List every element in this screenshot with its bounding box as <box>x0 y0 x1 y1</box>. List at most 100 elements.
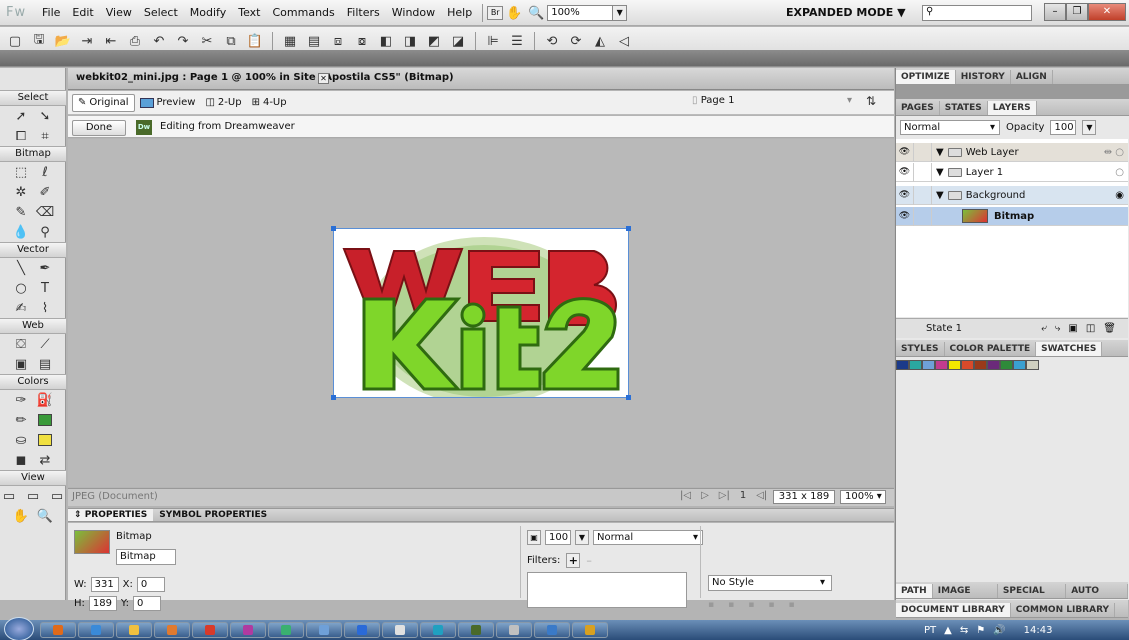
layer-row-layer-1[interactable]: 👁 ▼ Layer 1 ○ <box>896 162 1128 182</box>
chevron-down-icon[interactable]: ▼ <box>1082 119 1097 135</box>
eyedropper-icon[interactable]: ✑ <box>12 391 30 409</box>
subselect-icon[interactable]: ➘ <box>36 107 54 125</box>
opacity-input[interactable]: 100 <box>545 530 571 545</box>
taskbar-app-button[interactable] <box>496 622 532 638</box>
layer-row-web-layer[interactable]: 👁 ▼ Web Layer ⇹ ○ <box>896 142 1128 162</box>
view-4up-button[interactable]: ⊞ 4-Up <box>247 94 292 112</box>
taskbar-app-button[interactable] <box>458 622 494 638</box>
marquee-icon[interactable]: ⬚ <box>12 163 30 181</box>
menu-help[interactable]: Help <box>441 0 478 26</box>
expand-arrow-icon[interactable]: ▼ <box>936 167 944 178</box>
paint-bucket-icon[interactable]: ⛽ <box>36 391 54 409</box>
color-swatch[interactable] <box>974 360 987 370</box>
tab-special-characters[interactable]: SPECIAL CHA <box>998 584 1067 610</box>
resize-handle[interactable] <box>331 395 336 400</box>
knife-icon[interactable]: ⌇ <box>36 299 54 317</box>
align-menu-icon[interactable]: ☰ <box>506 31 528 51</box>
help-search-input[interactable]: ⚲ <box>922 5 1032 21</box>
tab-optimize[interactable]: OPTIMIZE <box>896 70 956 84</box>
network-icon[interactable]: ⇆ <box>960 625 968 636</box>
height-input[interactable]: 189 <box>88 596 117 611</box>
line-icon[interactable]: ╲ <box>12 259 30 277</box>
color-swatch[interactable] <box>987 360 1000 370</box>
lock-toggle[interactable] <box>914 162 932 182</box>
eye-icon[interactable]: 👁 <box>896 185 914 205</box>
pen-icon[interactable]: ✒ <box>36 259 54 277</box>
color-swatch[interactable] <box>896 360 909 370</box>
split-icon[interactable]: ⧇ <box>351 31 373 51</box>
bring-to-front-icon[interactable]: ◧ <box>375 31 397 51</box>
close-document-icon[interactable]: ✕ <box>318 73 329 84</box>
tab-document-library[interactable]: DOCUMENT LIBRARY <box>896 603 1011 617</box>
taskbar-app-button[interactable] <box>154 622 190 638</box>
volume-icon[interactable]: 🔊 <box>993 625 1005 636</box>
prev-frame-icon[interactable]: ◁| <box>756 490 767 501</box>
style-icon[interactable]: ▪ <box>748 600 754 610</box>
blur-icon[interactable]: 💧 <box>12 223 30 241</box>
cut-icon[interactable]: ✂ <box>196 31 218 51</box>
zoom-level-select[interactable]: 100% ▾ <box>840 490 886 504</box>
redo-icon[interactable]: ↷ <box>172 31 194 51</box>
resize-handle[interactable] <box>626 395 631 400</box>
pencil-icon[interactable]: ✎ <box>12 203 30 221</box>
lasso-icon[interactable]: ℓ <box>36 163 54 181</box>
flag-icon[interactable]: ⚑ <box>976 625 985 636</box>
layer-select-radio[interactable]: ◉ <box>1115 190 1124 201</box>
lock-toggle[interactable] <box>914 185 932 205</box>
taskbar-app-button[interactable] <box>306 622 342 638</box>
bring-forward-icon[interactable]: ◨ <box>399 31 421 51</box>
show-slices-icon[interactable]: ▤ <box>36 355 54 373</box>
full-screen-icon[interactable]: ▭ <box>48 487 66 505</box>
menu-view[interactable]: View <box>100 0 138 26</box>
tab-properties[interactable]: ⇕ PROPERTIES <box>68 509 154 521</box>
clock[interactable]: 14:43 <box>1024 625 1053 636</box>
done-button[interactable]: Done <box>72 120 126 136</box>
page-selector[interactable]: ▯ Page 1 ▾ <box>692 95 852 106</box>
resize-handle[interactable] <box>626 226 631 231</box>
tab-color-palette[interactable]: COLOR PALETTE <box>945 342 1037 356</box>
color-swatch[interactable] <box>1000 360 1013 370</box>
style-select[interactable]: No Style ▾ <box>708 575 832 591</box>
hand-icon[interactable]: ✋ <box>503 3 525 23</box>
menu-file[interactable]: File <box>36 0 66 26</box>
brush-icon[interactable]: ✐ <box>36 183 54 201</box>
taskbar-app-button[interactable] <box>116 622 152 638</box>
tab-align[interactable]: ALIGN <box>1011 70 1053 84</box>
color-swatch[interactable] <box>1026 360 1039 370</box>
layer-opacity-input[interactable]: 100 <box>1050 119 1077 135</box>
align-icon[interactable]: ⊫ <box>482 31 504 51</box>
eye-icon[interactable]: 👁 <box>896 206 914 226</box>
bridge-button[interactable]: Br <box>487 6 504 20</box>
workspace-mode-menu[interactable]: EXPANDED MODE ▼ <box>786 0 906 26</box>
style-icon[interactable]: ▪ <box>728 600 734 610</box>
hotspot-icon[interactable]: ⛋ <box>12 335 30 353</box>
tab-states[interactable]: STATES <box>940 101 988 115</box>
default-colors-icon[interactable]: ◼ <box>12 451 30 469</box>
taskbar-app-button[interactable] <box>78 622 114 638</box>
swap-colors-icon[interactable]: ⇄ <box>36 451 54 469</box>
y-input[interactable]: 0 <box>133 596 162 611</box>
layer-select-radio[interactable]: ○ <box>1115 167 1124 178</box>
view-preview-button[interactable]: Preview <box>135 94 201 112</box>
object-name-input[interactable]: Bitmap <box>116 549 176 565</box>
tab-path[interactable]: PATH <box>896 584 933 598</box>
remove-filter-button[interactable]: – <box>586 554 592 567</box>
new-document-icon[interactable]: ▢ <box>4 31 26 51</box>
tab-swatches[interactable]: SWATCHES <box>1036 342 1103 356</box>
tab-history[interactable]: HISTORY <box>956 70 1011 84</box>
view-2up-button[interactable]: ◫ 2-Up <box>200 94 246 112</box>
blend-mode-select[interactable]: Normal ▾ <box>593 530 703 545</box>
close-button[interactable]: ✕ <box>1088 3 1126 21</box>
zoom-tool-icon[interactable]: 🔍 <box>36 507 54 525</box>
chevron-down-icon[interactable]: ▼ <box>575 530 589 545</box>
layer-row-background[interactable]: 👁 ▼ Background ◉ <box>896 185 1128 205</box>
menu-window[interactable]: Window <box>386 0 441 26</box>
new-bitmap-icon[interactable]: ◫ <box>1086 323 1095 334</box>
taskbar-app-button[interactable] <box>268 622 304 638</box>
taskbar-app-button[interactable] <box>420 622 456 638</box>
expand-arrow-icon[interactable]: ▼ <box>936 190 944 201</box>
stamp-icon[interactable]: ⚲ <box>36 223 54 241</box>
x-input[interactable]: 0 <box>136 577 165 592</box>
width-input[interactable]: 331 <box>90 577 119 592</box>
document-size[interactable]: 331 x 189 <box>773 490 835 504</box>
